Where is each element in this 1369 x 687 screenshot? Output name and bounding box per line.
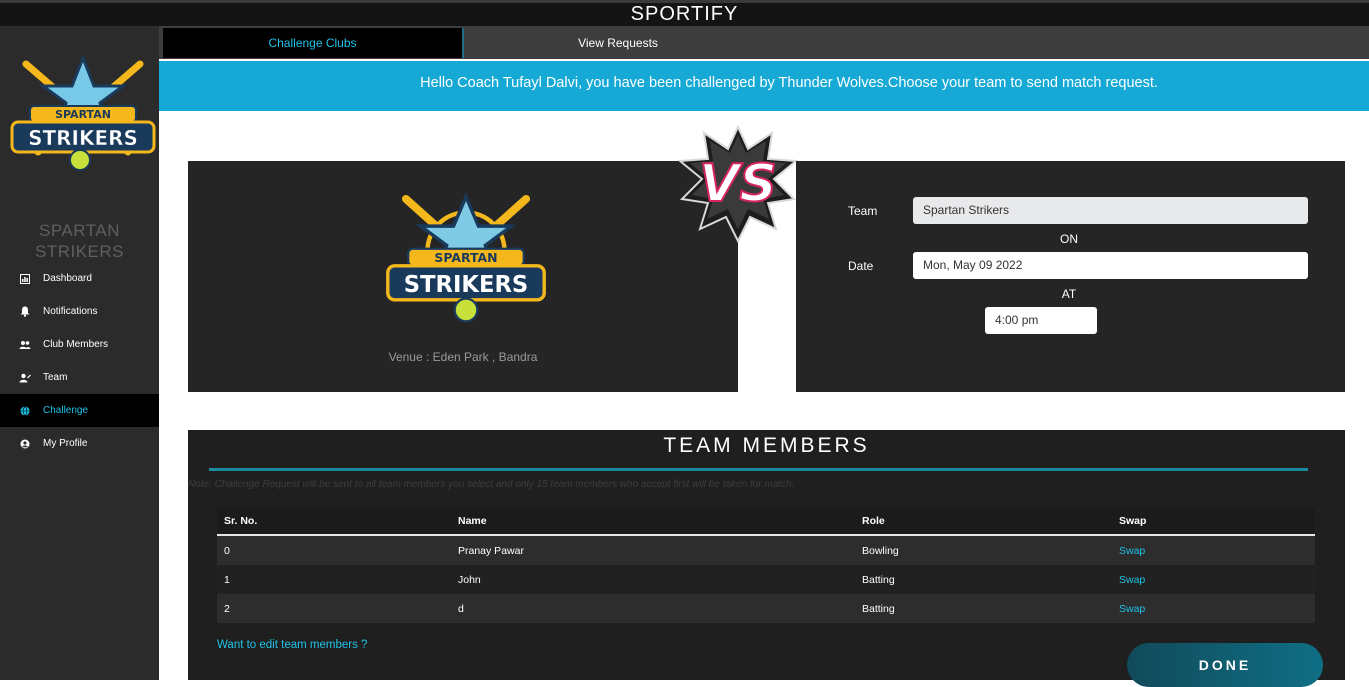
- team-label: Team: [848, 204, 878, 218]
- sidebar-item-label: Club Members: [43, 339, 109, 350]
- club-venue: Venue : Eden Park , Bandra: [388, 350, 538, 364]
- swap-link[interactable]: Swap: [1119, 603, 1145, 615]
- cell-sr-no: 1: [224, 573, 230, 586]
- cell-role: Batting: [862, 573, 895, 586]
- done-button[interactable]: DONE: [1127, 643, 1323, 687]
- challenge-banner: Hello Coach Tufayl Dalvi, you have been …: [159, 61, 1369, 111]
- app-title: SPORTIFY: [630, 3, 739, 25]
- sidebar-item-label: Team: [43, 372, 68, 383]
- date-label: Date: [848, 259, 874, 273]
- club-card-logo: SPARTAN STRIKERS: [386, 192, 546, 323]
- swap-link[interactable]: Swap: [1119, 574, 1145, 586]
- team-members-note: Note: Challenge Request will be sent to …: [188, 479, 795, 490]
- swap-link[interactable]: Swap: [1119, 545, 1145, 557]
- sidebar-item-label: My Profile: [43, 438, 88, 449]
- cell-role: Batting: [862, 602, 895, 615]
- header-name: Name: [458, 515, 487, 527]
- sidebar-item-label: Notifications: [43, 306, 98, 317]
- on-label: ON: [1060, 232, 1078, 246]
- team-field[interactable]: Spartan Strikers: [913, 197, 1308, 224]
- sidebar-item-challenge[interactable]: Challenge: [0, 394, 159, 427]
- team-icon: [18, 371, 32, 385]
- challenge-banner-message: Hello Coach Tufayl Dalvi, you have been …: [420, 75, 1158, 91]
- team-members-title: TEAM MEMBERS: [663, 434, 870, 457]
- team-members-divider: [209, 468, 1308, 471]
- club-name-line2: STRIKERS: [34, 242, 125, 261]
- header-swap: Swap: [1119, 515, 1147, 527]
- date-field[interactable]: Mon, May 09 2022: [913, 252, 1308, 279]
- tab-challenge-clubs[interactable]: Challenge Clubs: [163, 28, 464, 58]
- time-field[interactable]: 4:00 pm: [985, 307, 1097, 334]
- tab-bar: Challenge Clubs View Requests: [159, 26, 1369, 59]
- club-logo: SPARTAN STRIKERS: [10, 56, 156, 171]
- group-icon: [18, 338, 32, 352]
- sidebar: SPARTAN STRIKERS SPARTAN STRIKERS Dashbo…: [0, 26, 159, 680]
- dashboard-icon: [18, 272, 32, 286]
- match-request-form: Team Spartan Strikers ON Date Mon, May 0…: [796, 161, 1345, 392]
- tab-view-requests[interactable]: View Requests: [464, 28, 772, 58]
- club-logo-text-bottom: STRIKERS: [28, 126, 138, 150]
- sidebar-item-club-members[interactable]: Club Members: [0, 328, 159, 361]
- club-card-logo-text-top: SPARTAN: [434, 250, 497, 265]
- header-sr-no: Sr. No.: [224, 515, 258, 527]
- at-label: AT: [1061, 287, 1077, 301]
- table-row: 2 d Batting Swap: [217, 594, 1315, 623]
- sidebar-item-my-profile[interactable]: My Profile: [0, 427, 159, 460]
- cell-role: Bowling: [862, 544, 899, 557]
- club-card: SPARTAN STRIKERS Venue : Eden Park , Ban…: [188, 161, 738, 392]
- bell-icon: [18, 305, 32, 319]
- vs-text: VS: [699, 154, 777, 214]
- club-logo-text-top: SPARTAN: [55, 108, 111, 121]
- profile-icon: [18, 437, 32, 451]
- sidebar-item-dashboard[interactable]: Dashboard: [0, 262, 159, 295]
- cell-name: d: [458, 602, 464, 615]
- header-role: Role: [862, 515, 885, 527]
- club-name-line1: SPARTAN: [39, 221, 120, 240]
- table-row: 1 John Batting Swap: [217, 565, 1315, 594]
- globe-icon: [18, 404, 32, 418]
- sidebar-item-team[interactable]: Team: [0, 361, 159, 394]
- cell-sr-no: 2: [224, 602, 230, 615]
- vs-badge: VS: [677, 124, 799, 244]
- club-card-logo-text-bottom: STRIKERS: [404, 272, 528, 298]
- cell-name: Pranay Pawar: [458, 544, 524, 557]
- team-members-panel: TEAM MEMBERS Note: Challenge Request wil…: [188, 430, 1345, 687]
- sidebar-nav: Dashboard Notifications Club Members Tea…: [0, 262, 159, 460]
- sidebar-item-notifications[interactable]: Notifications: [0, 295, 159, 328]
- cell-sr-no: 0: [224, 544, 230, 557]
- sidebar-item-label: Challenge: [43, 405, 89, 416]
- team-members-table: Sr. No. Name Role Swap 0 Pranay Pawar Bo…: [217, 508, 1315, 623]
- sidebar-club-name: SPARTAN STRIKERS: [0, 220, 159, 262]
- cell-name: John: [458, 573, 481, 586]
- app-title-bar: SPORTIFY: [0, 0, 1369, 26]
- table-row: 0 Pranay Pawar Bowling Swap: [217, 536, 1315, 565]
- table-header: Sr. No. Name Role Swap: [217, 508, 1315, 536]
- edit-team-members-link[interactable]: Want to edit team members ?: [217, 639, 367, 651]
- sidebar-item-label: Dashboard: [43, 273, 92, 284]
